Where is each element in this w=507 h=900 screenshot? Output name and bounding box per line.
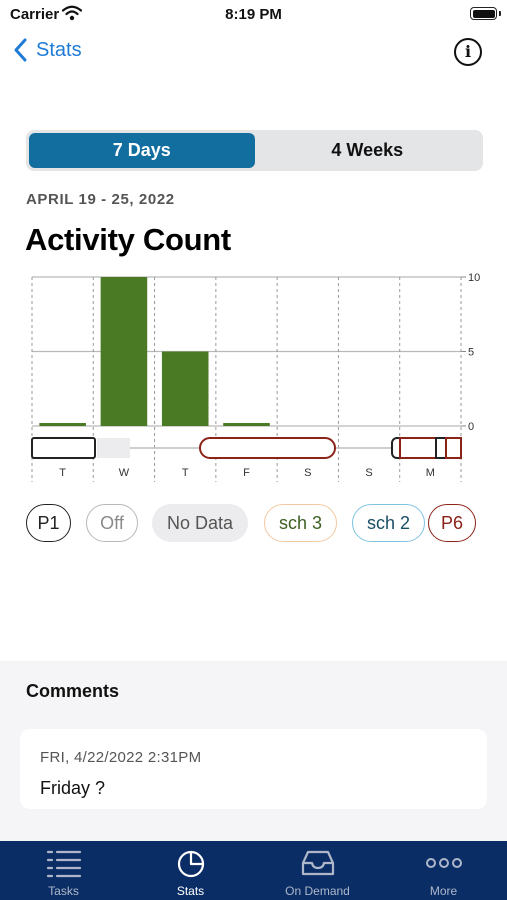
segment-4-weeks[interactable]: 4 Weeks (255, 133, 481, 168)
status-nodata-block (97, 438, 130, 458)
back-button[interactable]: Stats (14, 38, 82, 62)
status-time: 8:19 PM (225, 6, 282, 23)
bar-3 (223, 423, 270, 426)
legend-chip-p1: P1 (26, 504, 71, 542)
x-tick-label: W (119, 467, 130, 479)
status-p6-block-3 (445, 437, 462, 459)
chart-title: Activity Count (25, 222, 231, 257)
x-tick-label: M (426, 467, 435, 479)
chevron-left-icon (14, 38, 27, 62)
status-p6-block (199, 437, 336, 459)
status-p6-block-2 (399, 437, 437, 459)
legend-chip-off: Off (86, 504, 138, 542)
activity-chart: 10 5 0 T W T F S S M (31, 272, 480, 482)
x-tick-label: S (304, 467, 311, 479)
battery-tip (499, 11, 501, 16)
tab-on-demand[interactable]: On Demand (254, 841, 381, 900)
status-timeline (31, 437, 462, 459)
comments-title: Comments (26, 681, 120, 701)
battery-icon (470, 7, 497, 20)
legend-chip-sch-3: sch 3 (264, 504, 337, 542)
segment-7-days[interactable]: 7 Days (29, 133, 255, 168)
status-p1-block (31, 437, 96, 459)
legend-chip-p6: P6 (428, 504, 476, 542)
status-bar: Carrier 8:19 PM (0, 0, 507, 30)
date-range: APRIL 19 - 25, 2022 (26, 191, 175, 208)
comment-date: FRI, 4/22/2022 2:31PM (40, 749, 202, 766)
tab-stats[interactable]: Stats (127, 841, 254, 900)
tab-stats-label: Stats (176, 884, 205, 898)
list-icon (46, 850, 81, 878)
bar-1 (100, 277, 148, 426)
tab-more-label: More (429, 884, 458, 898)
tab-tasks[interactable]: Tasks (0, 841, 127, 900)
legend-chip-sch-2: sch 2 (352, 504, 425, 542)
y-tick-label: 0 (468, 421, 474, 433)
x-tick-label: T (59, 467, 66, 479)
inbox-icon (301, 850, 334, 876)
y-tick-label: 5 (468, 347, 474, 359)
back-label: Stats (36, 38, 82, 61)
tab-on-demand-label: On Demand (285, 884, 350, 898)
x-tick-label: T (182, 467, 189, 479)
legend-chip-no-data: No Data (152, 504, 248, 542)
tab-more[interactable]: More (380, 841, 507, 900)
x-tick-label: S (365, 467, 372, 479)
info-icon[interactable]: i (454, 38, 482, 66)
more-dots-icon (425, 858, 462, 868)
status-p1-block-3 (435, 437, 447, 459)
comment-text: Friday ? (40, 778, 106, 798)
y-tick-label: 10 (468, 272, 480, 284)
bar-2 (161, 351, 209, 426)
comment-card[interactable]: FRI, 4/22/2022 2:31PM Friday ? (20, 729, 487, 809)
tab-tasks-label: Tasks (48, 884, 79, 898)
x-tick-label: F (243, 467, 250, 479)
range-segmented-control: 7 Days 4 Weeks (26, 130, 483, 171)
pie-chart-icon (177, 850, 204, 878)
comments-section: Comments FRI, 4/22/2022 2:31PM Friday ? (0, 661, 507, 841)
tab-bar: Tasks Stats On Demand More (0, 841, 507, 900)
bar-0 (39, 423, 86, 426)
